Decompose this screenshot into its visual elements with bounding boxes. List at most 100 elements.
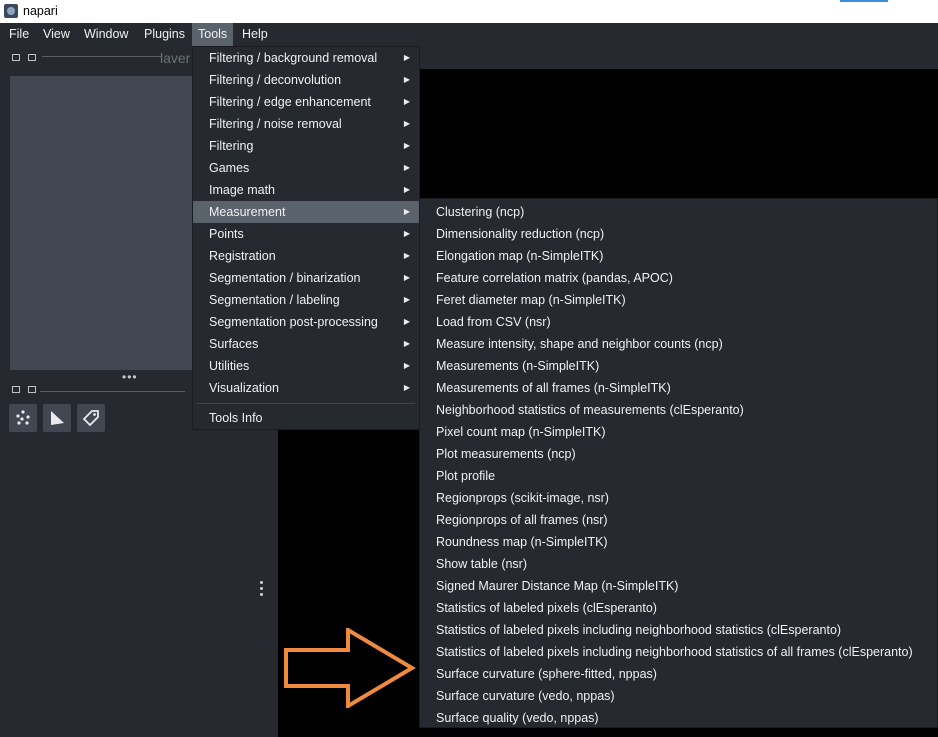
menu-item-label: Filtering / noise removal [209,117,342,131]
submenu-item[interactable]: Statistics of labeled pixels including n… [420,619,937,641]
new-shapes-layer-button[interactable] [43,404,71,432]
menu-bar: File View Window Plugins Tools Help [0,23,938,46]
submenu-item[interactable]: Dimensionality reduction (ncp) [420,223,937,245]
submenu-item-label: Load from CSV (nsr) [436,315,551,329]
title-bar: napari [0,0,938,23]
menu-item-utilities[interactable]: Utilities ▶ [193,355,419,377]
menu-item-segmentation-post-processing[interactable]: Segmentation post-processing ▶ [193,311,419,333]
submenu-arrow-icon: ▶ [403,141,410,150]
submenu-item-label: Measurements of all frames (n-SimpleITK) [436,381,671,395]
submenu-arrow-icon: ▶ [403,251,410,260]
menu-item-measurement[interactable]: Measurement ▶ [193,201,419,223]
menu-item-label: Filtering [209,139,254,153]
submenu-item[interactable]: Measure intensity, shape and neighbor co… [420,333,937,355]
submenu-item-label: Feret diameter map (n-SimpleITK) [436,293,626,307]
window-title: napari [23,4,58,18]
submenu-item-label: Statistics of labeled pixels (clEsperant… [436,601,657,615]
submenu-item-label: Plot measurements (ncp) [436,447,576,461]
new-labels-layer-button[interactable] [77,404,105,432]
submenu-item-label: Pixel count map (n-SimpleITK) [436,425,606,439]
menu-item-label: Segmentation post-processing [209,315,378,329]
menu-view[interactable]: View [39,23,74,46]
submenu-item[interactable]: Surface quality (vedo, nppas) [420,707,937,729]
menu-item-segmentation-binarization[interactable]: Segmentation / binarization ▶ [193,267,419,289]
submenu-item[interactable]: Surface curvature (vedo, nppas) [420,685,937,707]
new-points-layer-button[interactable] [9,404,37,432]
menu-item-label: Surfaces [209,337,259,351]
menu-item-points[interactable]: Points ▶ [193,223,419,245]
tools-menu: Filtering / background removal ▶ Filterin… [192,46,420,430]
submenu-arrow-icon: ▶ [403,75,410,84]
submenu-item[interactable]: Statistics of labeled pixels (clEsperant… [420,597,937,619]
submenu-item-label: Roundness map (n-SimpleITK) [436,535,608,549]
annotation-arrow-icon [284,628,416,708]
submenu-item[interactable]: Roundness map (n-SimpleITK) [420,531,937,553]
menu-window[interactable]: Window [80,23,132,46]
submenu-item-label: Measure intensity, shape and neighbor co… [436,337,723,351]
dock-title-line [42,56,162,57]
menu-item-label: Utilities [209,359,250,373]
submenu-item[interactable]: Neighborhood statistics of measurements … [420,399,937,421]
submenu-arrow-icon: ▶ [403,185,410,194]
menu-tools[interactable]: Tools [192,23,234,46]
menu-file[interactable]: File [5,23,33,46]
menu-item-label: Games [209,161,250,175]
submenu-item-label: Regionprops (scikit-image, nsr) [436,491,609,505]
close-dock-icon[interactable] [12,386,20,393]
menu-item-games[interactable]: Games ▶ [193,157,419,179]
menu-item-registration[interactable]: Registration ▶ [193,245,419,267]
window-control-accent [840,0,888,2]
menu-item-filtering-background-removal[interactable]: Filtering / background removal ▶ [193,47,419,69]
points-icon [16,410,30,425]
submenu-item[interactable]: Surface curvature (sphere-fitted, nppas) [420,663,937,685]
submenu-item-label: Show table (nsr) [436,557,528,571]
close-dock-icon[interactable] [12,54,20,61]
menu-item-label: Registration [209,249,276,263]
submenu-item-label: Statistics of labeled pixels including n… [436,645,913,659]
submenu-item[interactable]: Feret diameter map (n-SimpleITK) [420,289,937,311]
label-tag-icon [82,410,99,427]
submenu-item-label: Dimensionality reduction (ncp) [436,227,605,241]
submenu-item[interactable]: Regionprops of all frames (nsr) [420,509,937,531]
submenu-item[interactable]: Statistics of labeled pixels including n… [420,641,937,663]
menu-item-visualization[interactable]: Visualization ▶ [193,377,419,399]
menu-plugins[interactable]: Plugins [140,23,189,46]
submenu-item[interactable]: Clustering (ncp) [420,201,937,223]
submenu-item[interactable]: Elongation map (n-SimpleITK) [420,245,937,267]
submenu-arrow-icon: ▶ [403,229,410,238]
more-options-icon[interactable] [259,581,265,599]
submenu-item[interactable]: Measurements (n-SimpleITK) [420,355,937,377]
submenu-item-label: Statistics of labeled pixels including n… [436,623,842,637]
submenu-item[interactable]: Measurements of all frames (n-SimpleITK) [420,377,937,399]
menu-item-segmentation-labeling[interactable]: Segmentation / labeling ▶ [193,289,419,311]
submenu-item[interactable]: Show table (nsr) [420,553,937,575]
menu-item-tools-info[interactable]: Tools Info [193,407,419,429]
menu-item-filtering[interactable]: Filtering ▶ [193,135,419,157]
submenu-item[interactable]: Signed Maurer Distance Map (n-SimpleITK) [420,575,937,597]
submenu-item[interactable]: Load from CSV (nsr) [420,311,937,333]
submenu-item[interactable]: Pixel count map (n-SimpleITK) [420,421,937,443]
shapes-icon [51,411,64,425]
submenu-item-label: Neighborhood statistics of measurements … [436,403,744,417]
menu-item-filtering-deconvolution[interactable]: Filtering / deconvolution ▶ [193,69,419,91]
submenu-item[interactable]: Plot profile [420,465,937,487]
menu-item-image-math[interactable]: Image math ▶ [193,179,419,201]
submenu-item-label: Signed Maurer Distance Map (n-SimpleITK) [436,579,679,593]
float-dock-icon[interactable] [28,54,36,61]
submenu-arrow-icon: ▶ [403,317,410,326]
submenu-item[interactable]: Feature correlation matrix (pandas, APOC… [420,267,937,289]
submenu-arrow-icon: ▶ [403,53,410,62]
submenu-item[interactable]: Regionprops (scikit-image, nsr) [420,487,937,509]
menu-help[interactable]: Help [238,23,272,46]
menu-item-filtering-noise-removal[interactable]: Filtering / noise removal ▶ [193,113,419,135]
submenu-item-label: Clustering (ncp) [436,205,525,219]
menu-item-label: Filtering / background removal [209,51,378,65]
submenu-arrow-icon: ▶ [403,383,410,392]
float-dock-icon[interactable] [28,386,36,393]
menu-item-surfaces[interactable]: Surfaces ▶ [193,333,419,355]
menu-item-label: Filtering / deconvolution [209,73,342,87]
splitter-handle-icon[interactable]: ••• [122,370,138,384]
menu-item-filtering-edge-enhancement[interactable]: Filtering / edge enhancement ▶ [193,91,419,113]
submenu-item-label: Surface curvature (vedo, nppas) [436,689,615,703]
submenu-item[interactable]: Plot measurements (ncp) [420,443,937,465]
